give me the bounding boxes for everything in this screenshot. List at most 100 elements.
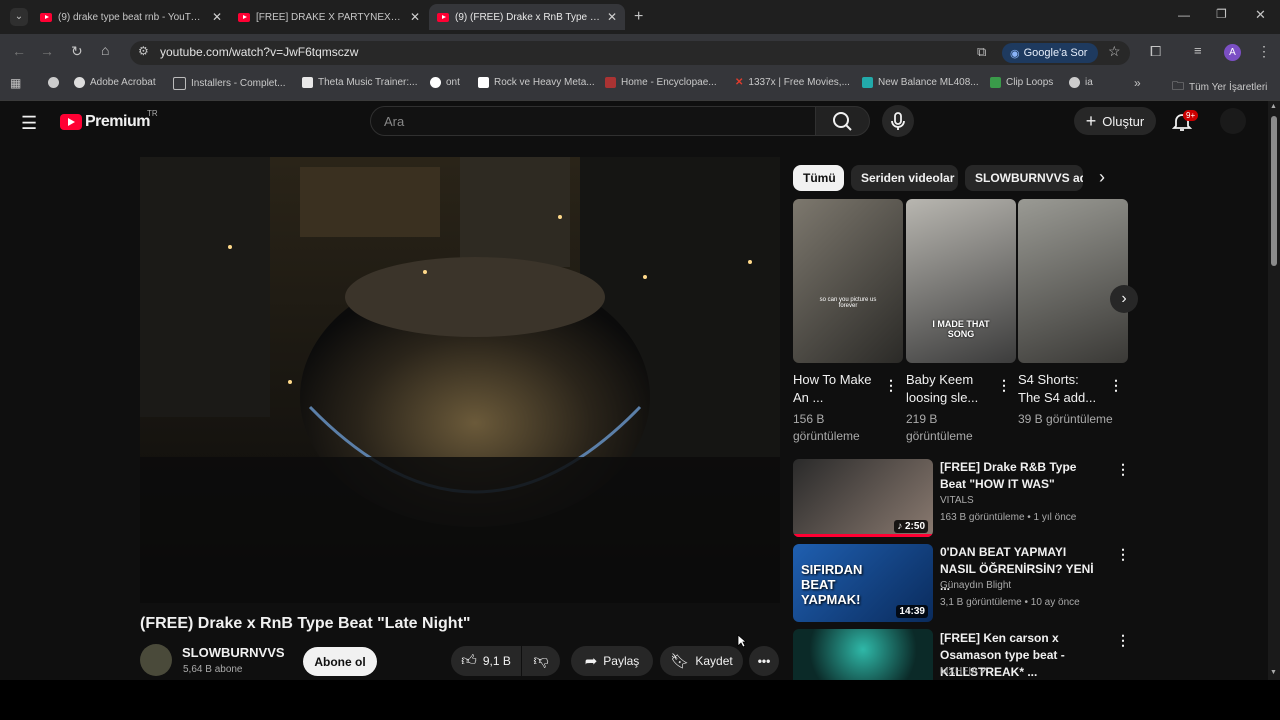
scroll-down-icon[interactable]: ▼ xyxy=(1270,669,1277,676)
minimize-icon[interactable]: — xyxy=(1178,8,1190,22)
install-app-icon[interactable]: ⧉ xyxy=(977,44,986,60)
bookmark-label: ia xyxy=(1085,77,1093,88)
back-icon[interactable]: ← xyxy=(12,43,26,59)
extensions-icon[interactable]: ⧠ xyxy=(1150,43,1161,60)
scroll-up-icon[interactable]: ▲ xyxy=(1270,103,1277,110)
close-tab-icon[interactable]: ✕ xyxy=(410,10,420,24)
subscribe-button[interactable]: Abone ol xyxy=(303,647,377,676)
home-icon[interactable]: ⌂ xyxy=(101,42,109,58)
scrollbar-thumb[interactable] xyxy=(1271,116,1277,266)
bookmark-installers[interactable]: Installers - Complet... xyxy=(173,77,285,90)
new-tab-icon[interactable]: + xyxy=(634,8,643,26)
reload-icon[interactable]: ↻ xyxy=(71,43,83,60)
create-button[interactable]: + Oluştur xyxy=(1074,107,1156,135)
bookmark-encyclopaedia[interactable]: Home - Encyclopae... xyxy=(605,77,717,88)
recommendation-menu-icon[interactable]: ⋮ xyxy=(1116,461,1130,478)
browser-menu-icon[interactable]: ⋮ xyxy=(1257,43,1271,60)
tab-2[interactable]: [FREE] DRAKE X PARTYNEXTDOOR ✕ xyxy=(230,4,428,30)
short-title[interactable]: Baby Keem loosing sle... xyxy=(906,371,991,407)
channel-name[interactable]: SLOWBURNVVS xyxy=(182,645,285,660)
short-menu-icon[interactable]: ⋮ xyxy=(1109,377,1123,394)
guide-menu-icon[interactable]: ☰ xyxy=(21,113,37,134)
save-button[interactable]: 🔖︎ Kaydet xyxy=(660,646,743,676)
youtube-premium-logo[interactable]: Premium xyxy=(60,113,150,131)
site-info-icon[interactable]: ⚙ xyxy=(138,44,149,58)
recommendation-thumbnail[interactable] xyxy=(793,629,933,680)
subscriber-count: 5,64 B abone xyxy=(183,664,243,675)
share-button[interactable]: ➦ Paylaş xyxy=(571,646,653,676)
more-horizontal-icon: ••• xyxy=(757,654,771,668)
bookmark-ia[interactable]: ia xyxy=(1069,77,1093,88)
microphone-icon xyxy=(891,112,905,130)
short-overlay-text: so can you picture us forever xyxy=(819,297,877,309)
voice-search-button[interactable] xyxy=(882,105,914,137)
bookmark-icon-only[interactable] xyxy=(48,77,59,88)
chip-all[interactable]: Tümü xyxy=(793,165,844,191)
search-button[interactable] xyxy=(815,106,870,136)
recommendation-channel-row[interactable]: MXHFIA ✔ xyxy=(940,666,988,677)
tab-search-button[interactable]: ⌄ xyxy=(10,8,28,26)
short-menu-icon[interactable]: ⋮ xyxy=(884,377,898,394)
restore-icon[interactable]: ❐ xyxy=(1216,7,1227,21)
bookmark-1337x[interactable]: ✕ 1337x | Free Movies,... xyxy=(735,77,850,88)
tab-title: [FREE] DRAKE X PARTYNEXTDOOR xyxy=(256,11,404,23)
chip-label: Tümü xyxy=(803,171,836,185)
short-title[interactable]: How To Make An ... xyxy=(793,371,878,407)
short-menu-icon[interactable]: ⋮ xyxy=(997,377,1011,394)
media-control-icon[interactable]: ≡ xyxy=(1194,43,1202,58)
account-avatar[interactable] xyxy=(1220,108,1246,134)
recommendation-title[interactable]: [FREE] Drake R&B Type Beat "HOW IT WAS" xyxy=(940,459,1100,493)
chip-channel[interactable]: SLOWBURNVVS adlı xyxy=(965,165,1083,191)
chip-label: Seriden videolar xyxy=(861,171,955,185)
forward-icon[interactable]: → xyxy=(40,43,54,59)
tab-1[interactable]: (9) drake type beat rnb - YouTube ✕ xyxy=(32,4,230,30)
search-icon xyxy=(833,112,852,131)
bookmark-ont[interactable]: ont xyxy=(430,77,460,88)
short-thumbnail[interactable] xyxy=(1018,199,1128,363)
bookmark-adobe[interactable]: Adobe Acrobat xyxy=(74,77,156,88)
close-window-icon[interactable]: ✕ xyxy=(1255,7,1266,23)
chevron-right-icon[interactable]: › xyxy=(1099,167,1105,188)
apps-grid-icon[interactable]: ▦ xyxy=(10,76,21,90)
search-input-box[interactable]: Ara xyxy=(370,106,816,136)
chip-from-series[interactable]: Seriden videolar xyxy=(851,165,958,191)
share-label: Paylaş xyxy=(603,654,640,668)
short-title[interactable]: S4 Shorts: The S4 add... xyxy=(1018,371,1103,407)
bookmark-star-icon[interactable]: ☆ xyxy=(1108,43,1121,60)
chip-label: SLOWBURNVVS adlı xyxy=(975,171,1083,185)
recommendation-thumbnail[interactable]: ♪ 2:50 xyxy=(793,459,933,537)
dislike-button[interactable]: 👎︎ xyxy=(522,646,560,676)
notification-badge: 9+ xyxy=(1183,110,1199,121)
more-bookmarks-icon[interactable]: » xyxy=(1134,76,1141,90)
search-input[interactable]: Ara xyxy=(384,114,404,129)
bookmark-newbalance[interactable]: New Balance ML408... xyxy=(862,77,979,88)
tab-title: (9) (FREE) Drake x RnB Type Beat xyxy=(455,11,601,23)
profile-avatar[interactable]: A xyxy=(1224,44,1241,61)
bookmark-rock[interactable]: Rock ve Heavy Meta... xyxy=(478,77,595,88)
all-bookmarks[interactable]: 🗀 Tüm Yer İşaretleri xyxy=(1172,77,1267,98)
bookmark-theta[interactable]: Theta Music Trainer:... xyxy=(302,77,417,88)
ask-google-button[interactable]: ◉ Google'a Sor xyxy=(1002,43,1098,63)
close-tab-icon[interactable]: ✕ xyxy=(212,10,222,24)
subscribe-label: Abone ol xyxy=(314,654,366,669)
short-thumbnail[interactable]: so can you picture us forever xyxy=(793,199,903,363)
more-actions-button[interactable]: ••• xyxy=(749,646,779,676)
shorts-next-button[interactable]: › xyxy=(1110,285,1138,313)
recommendation-thumbnail[interactable]: SIFIRDAN BEAT YAPMAK! 14:39 xyxy=(793,544,933,622)
url-text[interactable]: youtube.com/watch?v=JwF6tqmsczw xyxy=(160,45,358,59)
video-player[interactable] xyxy=(140,157,780,603)
recommendation-channel[interactable]: VITALS xyxy=(940,495,974,506)
bookmark-cliploops[interactable]: Clip Loops xyxy=(990,77,1053,88)
all-bookmarks-label: Tüm Yer İşaretleri xyxy=(1189,82,1268,93)
tab-3-active[interactable]: (9) (FREE) Drake x RnB Type Beat ✕ xyxy=(429,4,625,30)
recommendation-channel[interactable]: Günaydın Blight xyxy=(940,580,1011,591)
like-button[interactable]: 👍︎ 9,1 B xyxy=(451,646,521,676)
bookmark-label: Installers - Complet... xyxy=(191,78,286,89)
short-thumbnail[interactable]: I MADE THAT SONG xyxy=(906,199,1016,363)
channel-avatar[interactable] xyxy=(140,644,172,676)
recommendation-menu-icon[interactable]: ⋮ xyxy=(1116,546,1130,563)
close-tab-icon[interactable]: ✕ xyxy=(607,10,617,24)
thumbs-down-icon: 👎︎ xyxy=(533,652,549,669)
recommendation-menu-icon[interactable]: ⋮ xyxy=(1116,632,1130,649)
ask-google-label: Google'a Sor xyxy=(1023,47,1088,59)
